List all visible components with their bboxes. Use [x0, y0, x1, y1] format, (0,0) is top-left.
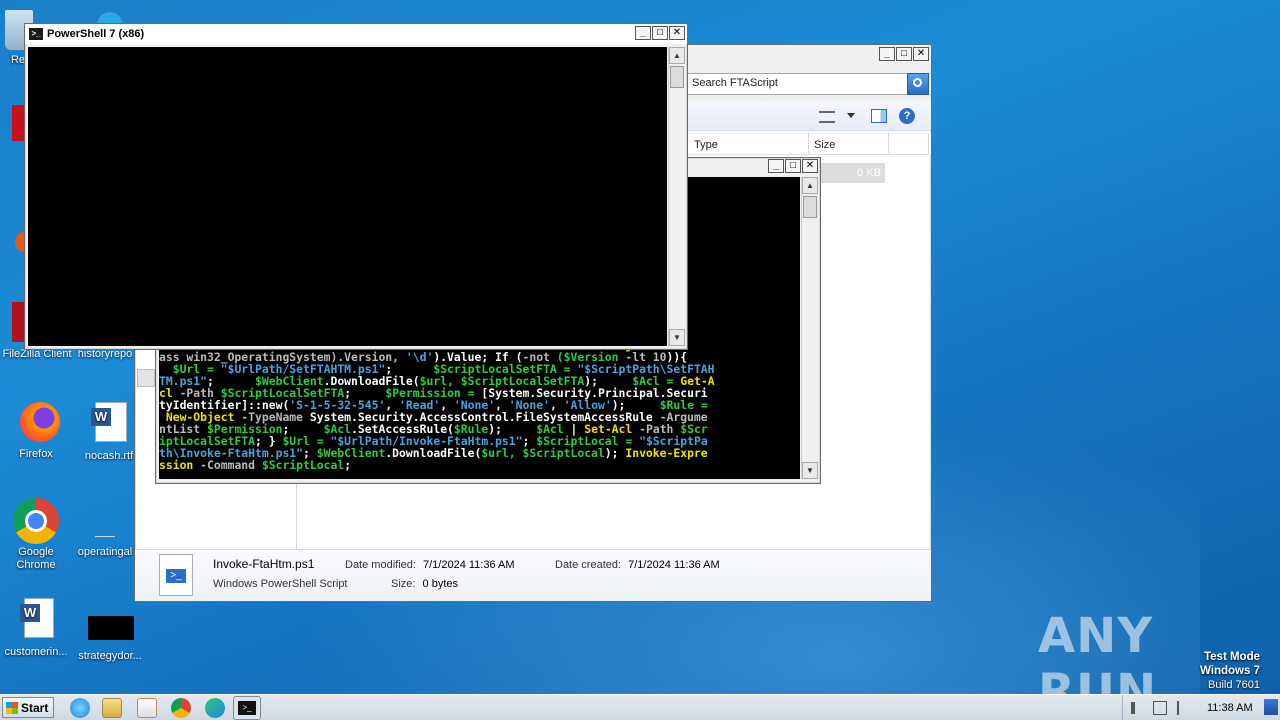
explorer-taskbar-icon[interactable] [102, 698, 122, 718]
details-date-modified: Date modified: 7/1/2024 11:36 AM [345, 559, 515, 571]
preview-pane-icon[interactable] [871, 109, 887, 123]
media-player-taskbar-icon[interactable] [137, 698, 157, 718]
details-date-created: Date created: 7/1/2024 11:36 AM [555, 559, 720, 571]
desktop-icon-firefox[interactable]: Firefox [2, 398, 70, 461]
close-button[interactable]: ✕ [669, 26, 685, 40]
minimize-button[interactable]: _ [635, 26, 651, 40]
desktop-icon-chrome[interactable]: Google Chrome [2, 496, 70, 572]
desktop-icon-label: Firefox [19, 448, 53, 460]
date-modified-label: Date modified: [345, 559, 416, 571]
black-file-icon [86, 600, 134, 648]
start-label: Start [21, 700, 49, 715]
desktop-icon-customerin[interactable]: W customerin... [2, 596, 70, 659]
volume-icon[interactable] [1131, 702, 1143, 714]
close-button[interactable]: ✕ [802, 159, 818, 173]
network-icon[interactable] [1153, 701, 1167, 715]
chrome-taskbar-icon[interactable] [171, 698, 191, 718]
watermark-line3: Build 7601 [1208, 679, 1260, 691]
desktop-icon-label: customerin... [4, 646, 68, 658]
console-segment: -Command [200, 458, 262, 472]
date-created-label: Date created: [555, 559, 622, 571]
nav-scroll-thumb[interactable] [137, 369, 155, 387]
powershell-console[interactable] [28, 47, 667, 346]
console-segment: $url, $ScriptLocal [481, 446, 605, 460]
console-segment: Invoke-Expre [625, 446, 708, 460]
scroll-up-arrow[interactable]: ▲ [669, 47, 685, 64]
taskbar: Start >_ 11:38 AM [0, 694, 1280, 720]
scroll-down-arrow[interactable]: ▼ [802, 462, 818, 479]
scroll-down-arrow[interactable]: ▼ [669, 329, 685, 346]
scroll-thumb[interactable] [670, 66, 684, 88]
maximize-button[interactable]: □ [652, 26, 668, 40]
word-document-icon: W [12, 596, 60, 644]
column-header-extra[interactable] [889, 133, 929, 153]
view-options-icon[interactable] [819, 111, 835, 123]
desktop-icon-label: nocash.rtf [84, 450, 134, 462]
document-icon [81, 496, 129, 544]
window-title: PowerShell 7 (x86) [47, 28, 145, 40]
close-button[interactable]: ✕ [913, 47, 929, 61]
powershell-window-controls: _ □ ✕ [635, 26, 685, 40]
console-segment: ); [604, 446, 626, 460]
firefox-icon [12, 398, 60, 446]
desktop-icon-strategydor[interactable]: strategydor... [72, 600, 148, 663]
search-icon[interactable] [907, 73, 929, 95]
column-header-size[interactable]: Size [809, 133, 889, 153]
powershell-icon: >_ [29, 28, 43, 40]
details-file-name: Invoke-FtaHtm.ps1 [213, 557, 315, 571]
details-pane: >_ Invoke-FtaHtm.ps1 Windows PowerShell … [135, 549, 931, 601]
details-file-type: Windows PowerShell Script [213, 578, 348, 590]
date-modified-value: 7/1/2024 11:36 AM [423, 559, 515, 571]
date-created-value: 7/1/2024 11:36 AM [628, 559, 720, 571]
maximize-button[interactable]: □ [896, 47, 912, 61]
show-desktop-button[interactable] [1264, 699, 1278, 715]
edge-taskbar-icon[interactable] [205, 698, 225, 718]
scroll-thumb[interactable] [803, 196, 817, 218]
minimize-button[interactable]: _ [768, 159, 784, 173]
console-segment: .DownloadFile( [385, 446, 482, 460]
action-center-flag-icon[interactable] [1177, 701, 1189, 715]
size-label: Size: [391, 578, 416, 590]
clock[interactable]: 11:38 AM [1207, 702, 1253, 714]
chevron-down-icon[interactable] [847, 113, 855, 118]
console-window-controls: _ □ ✕ [768, 159, 818, 173]
desktop-icon-label: Google Chrome [16, 546, 56, 571]
ie-taskbar-icon[interactable] [70, 698, 90, 718]
word-document-icon: W [85, 400, 133, 448]
scroll-up-arrow[interactable]: ▲ [802, 177, 818, 194]
powershell-taskbar-icon[interactable]: >_ [233, 696, 261, 720]
console-segment: ssion [159, 458, 201, 472]
console-segment: $ScriptLocal [261, 458, 345, 472]
console-line: ssion -Command $ScriptLocal; [159, 459, 800, 471]
powershell-window[interactable]: >_ PowerShell 7 (x86) _ □ ✕ ▲ ▼ [24, 23, 688, 350]
search-input[interactable]: Search FTAScript [687, 73, 909, 95]
desktop-icon-nocash[interactable]: W nocash.rtf [80, 400, 138, 463]
powershell-file-icon: >_ [159, 554, 193, 596]
console-scrollbar[interactable]: ▲ ▼ [801, 177, 818, 479]
file-size-cell: 0 KB [821, 163, 885, 183]
windows-logo-icon [6, 701, 18, 714]
powershell-titlebar[interactable]: >_ PowerShell 7 (x86) [25, 24, 687, 44]
explorer-window-controls: _ □ ✕ [879, 47, 929, 61]
maximize-button[interactable]: □ [785, 159, 801, 173]
help-icon[interactable]: ? [899, 108, 915, 124]
minimize-button[interactable]: _ [879, 47, 895, 61]
desktop-icon-label: operatingal [77, 546, 133, 558]
desktop-icon-operatingal[interactable]: operatingal [74, 496, 136, 559]
system-tray: 11:38 AM [1122, 695, 1280, 720]
console-segment: ; [344, 458, 352, 472]
details-size: Size: 0 bytes [391, 578, 458, 590]
desktop-icon-label: strategydor... [78, 650, 142, 662]
start-button[interactable]: Start [2, 697, 54, 718]
test-mode-watermark: Test Mode Windows 7 Build 7601 [1200, 650, 1260, 692]
watermark-line2: Windows 7 [1200, 665, 1260, 677]
powershell-scrollbar[interactable]: ▲ ▼ [668, 47, 685, 346]
column-header-type[interactable]: Type [689, 133, 809, 153]
chrome-icon [12, 496, 60, 544]
watermark-line1: Test Mode [1203, 651, 1260, 663]
size-value: 0 bytes [422, 578, 458, 590]
